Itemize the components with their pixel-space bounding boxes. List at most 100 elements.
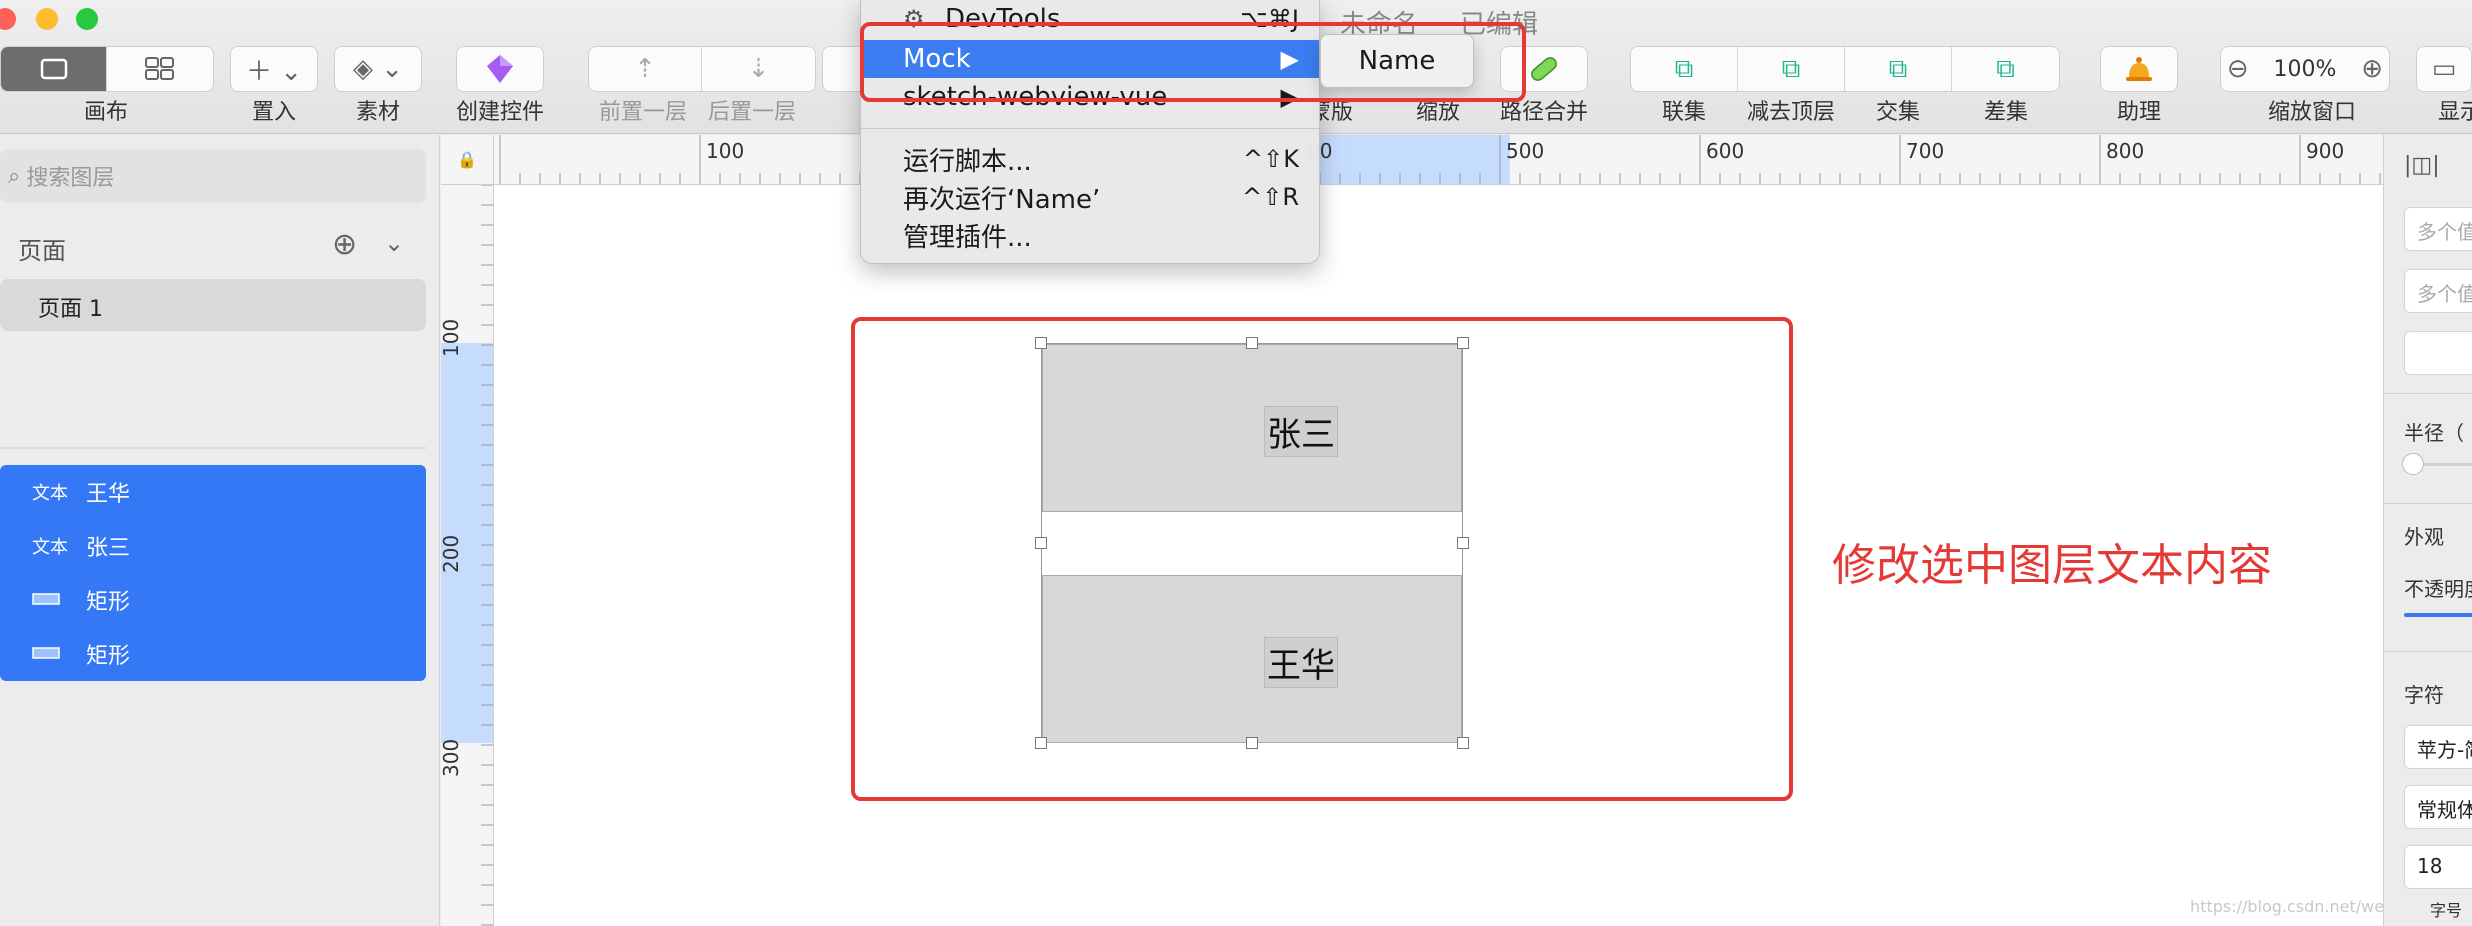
layer-search-field[interactable]: ⌕ 搜索图层 [0, 149, 426, 203]
canvas-grid-view-button[interactable] [107, 47, 213, 91]
zoom-in-button[interactable]: ⊕ [2355, 47, 2389, 91]
rectangle-shape[interactable]: 王华 [1042, 575, 1462, 743]
menu-item-run-again[interactable]: 再次运行‘Name’ ^⇧R [861, 178, 1319, 216]
sidebar-icon: ▭ [2431, 54, 2457, 84]
intersect-label: 交集 [1875, 100, 1921, 125]
multi-value-field[interactable]: 多个值 [2404, 207, 2472, 251]
boolean-ops-group: ⧉ ⧉ ⧉ ⧉ [1630, 46, 2060, 92]
difference-button[interactable]: ⧉ [1952, 47, 2059, 91]
layer-item-rectangle[interactable]: 矩形 [32, 573, 130, 627]
multi-value-field[interactable]: 多个值 [2404, 269, 2472, 313]
close-window-button[interactable] [0, 8, 16, 30]
annotation-text: 修改选中图层文本内容 [1832, 540, 2272, 591]
opacity-slider[interactable] [2404, 613, 2472, 617]
ruler-label: 100 [441, 318, 463, 357]
insert-button[interactable]: ＋ ⌄ [230, 46, 318, 92]
ruler-label: 200 [441, 534, 463, 573]
subtract-icon: ⧉ [1781, 53, 1801, 84]
intersect-icon: ⧉ [1888, 53, 1908, 84]
bell-icon [2126, 57, 2152, 81]
align-icon[interactable]: |◫| [2404, 153, 2440, 178]
union-button[interactable]: ⧉ [1631, 47, 1738, 91]
layer-name: 张三 [86, 536, 131, 561]
menu-item-manage-plugins[interactable]: 管理插件... [861, 216, 1319, 254]
rectangle-layer-icon [32, 590, 72, 611]
empty-field[interactable] [2404, 331, 2472, 375]
assets-label: 素材 [355, 100, 401, 125]
font-weight-select[interactable]: 常规体 [2404, 785, 2472, 829]
resize-handle[interactable] [1246, 337, 1258, 349]
layer-item-text-zhangsan[interactable]: 文本 张三 [32, 519, 130, 573]
text-layer-wanghua[interactable]: 王华 [1264, 637, 1338, 688]
resize-handle[interactable] [1457, 737, 1469, 749]
union-label: 联集 [1661, 100, 1707, 125]
display-label: 显示 [2437, 100, 2472, 125]
minimize-window-button[interactable] [36, 8, 58, 30]
difference-icon: ⧉ [1996, 53, 2015, 84]
menu-item-label: 运行脚本... [903, 146, 1032, 177]
layer-item-text-wanghua[interactable]: 文本 王华 [32, 465, 130, 519]
resize-handle[interactable] [1246, 737, 1258, 749]
divider [2384, 393, 2472, 394]
font-family-select[interactable]: 苹方-简 [2404, 725, 2472, 769]
layer-name: 矩形 [86, 644, 131, 669]
layers-panel: ⌕ 搜索图层 页面 ⊕ ⌄ 页面 1 文本 王华 文本 张三 矩形 矩形 [0, 135, 440, 926]
menu-separator [861, 128, 1319, 129]
assistant-button[interactable] [2100, 46, 2178, 92]
send-backward-button[interactable]: ⇣ [702, 47, 815, 91]
menu-item-label: 管理插件... [903, 222, 1032, 253]
layer-name: 王华 [86, 482, 131, 507]
menu-item-run-script[interactable]: 运行脚本... ^⇧K [861, 140, 1319, 178]
divider [0, 447, 426, 449]
component-diamond-icon [487, 55, 513, 83]
ruler-label: 700 [1906, 139, 1945, 163]
grid-icon [145, 57, 174, 80]
resize-handle[interactable] [1457, 537, 1469, 549]
canvas-icon [40, 58, 67, 80]
zoom-value[interactable]: 100% [2255, 47, 2356, 91]
canvas-view-toggle [0, 46, 214, 92]
rectangle-layer-icon [32, 644, 72, 665]
difference-label: 差集 [1983, 100, 2029, 125]
bring-forward-button[interactable]: ⇡ [589, 47, 702, 91]
page-item-label: 页面 1 [38, 297, 103, 322]
ruler-label: 600 [1706, 139, 1745, 163]
ruler-lock-icon[interactable]: 🔒 [441, 135, 494, 185]
font-size-input[interactable]: 18 [2404, 845, 2472, 889]
resize-handle[interactable] [1035, 737, 1047, 749]
collapse-pages-icon[interactable]: ⌄ [384, 229, 404, 257]
text-section-label: 字符 [2404, 683, 2444, 707]
zoom-out-button[interactable]: ⊖ [2221, 47, 2255, 91]
page-item[interactable]: 页面 1 [0, 279, 426, 331]
divider [2384, 503, 2472, 504]
menu-item-label: 再次运行‘Name’ [903, 184, 1101, 215]
text-layer-zhangsan[interactable]: 张三 [1264, 406, 1338, 457]
create-component-label: 创建控件 [455, 100, 545, 125]
subtract-button[interactable]: ⧉ [1738, 47, 1845, 91]
canvas-single-view-button[interactable] [1, 47, 107, 91]
font-size-label: 字号 [2430, 901, 2463, 920]
text-layer-icon: 文本 [32, 537, 68, 558]
plus-circle-icon: ⊕ [2361, 54, 2384, 84]
resize-handle[interactable] [1035, 537, 1047, 549]
resize-handle[interactable] [1035, 337, 1047, 349]
intersect-button[interactable]: ⧉ [1845, 47, 1952, 91]
opacity-label: 不透明度 [2404, 577, 2472, 601]
maximize-window-button[interactable] [76, 8, 98, 30]
assets-button[interactable]: ◈ ⌄ [334, 46, 422, 92]
search-icon: ⌕ [8, 163, 21, 189]
ruler-ticks [499, 135, 2381, 184]
layer-item-rectangle[interactable]: 矩形 [32, 627, 130, 681]
radius-slider-thumb[interactable] [2402, 453, 2424, 475]
horizontal-ruler: 100 00 500 600 700 800 900 [494, 135, 2383, 185]
ruler-label: 500 [1506, 139, 1545, 163]
pages-title: 页面 [18, 237, 66, 265]
design-canvas[interactable]: 张三 王华 修改选中图层文本内容 https://blog.csdn.net/w… [494, 185, 2472, 926]
zoom-control: ⊖ 100% ⊕ [2220, 46, 2390, 92]
add-page-icon[interactable]: ⊕ [332, 227, 357, 262]
resize-handle[interactable] [1457, 337, 1469, 349]
rectangle-shape[interactable]: 张三 [1042, 344, 1462, 512]
display-button[interactable]: ▭ [2416, 46, 2472, 92]
create-component-button[interactable] [456, 46, 544, 92]
zoom-window-label: 缩放窗口 [2267, 100, 2357, 125]
